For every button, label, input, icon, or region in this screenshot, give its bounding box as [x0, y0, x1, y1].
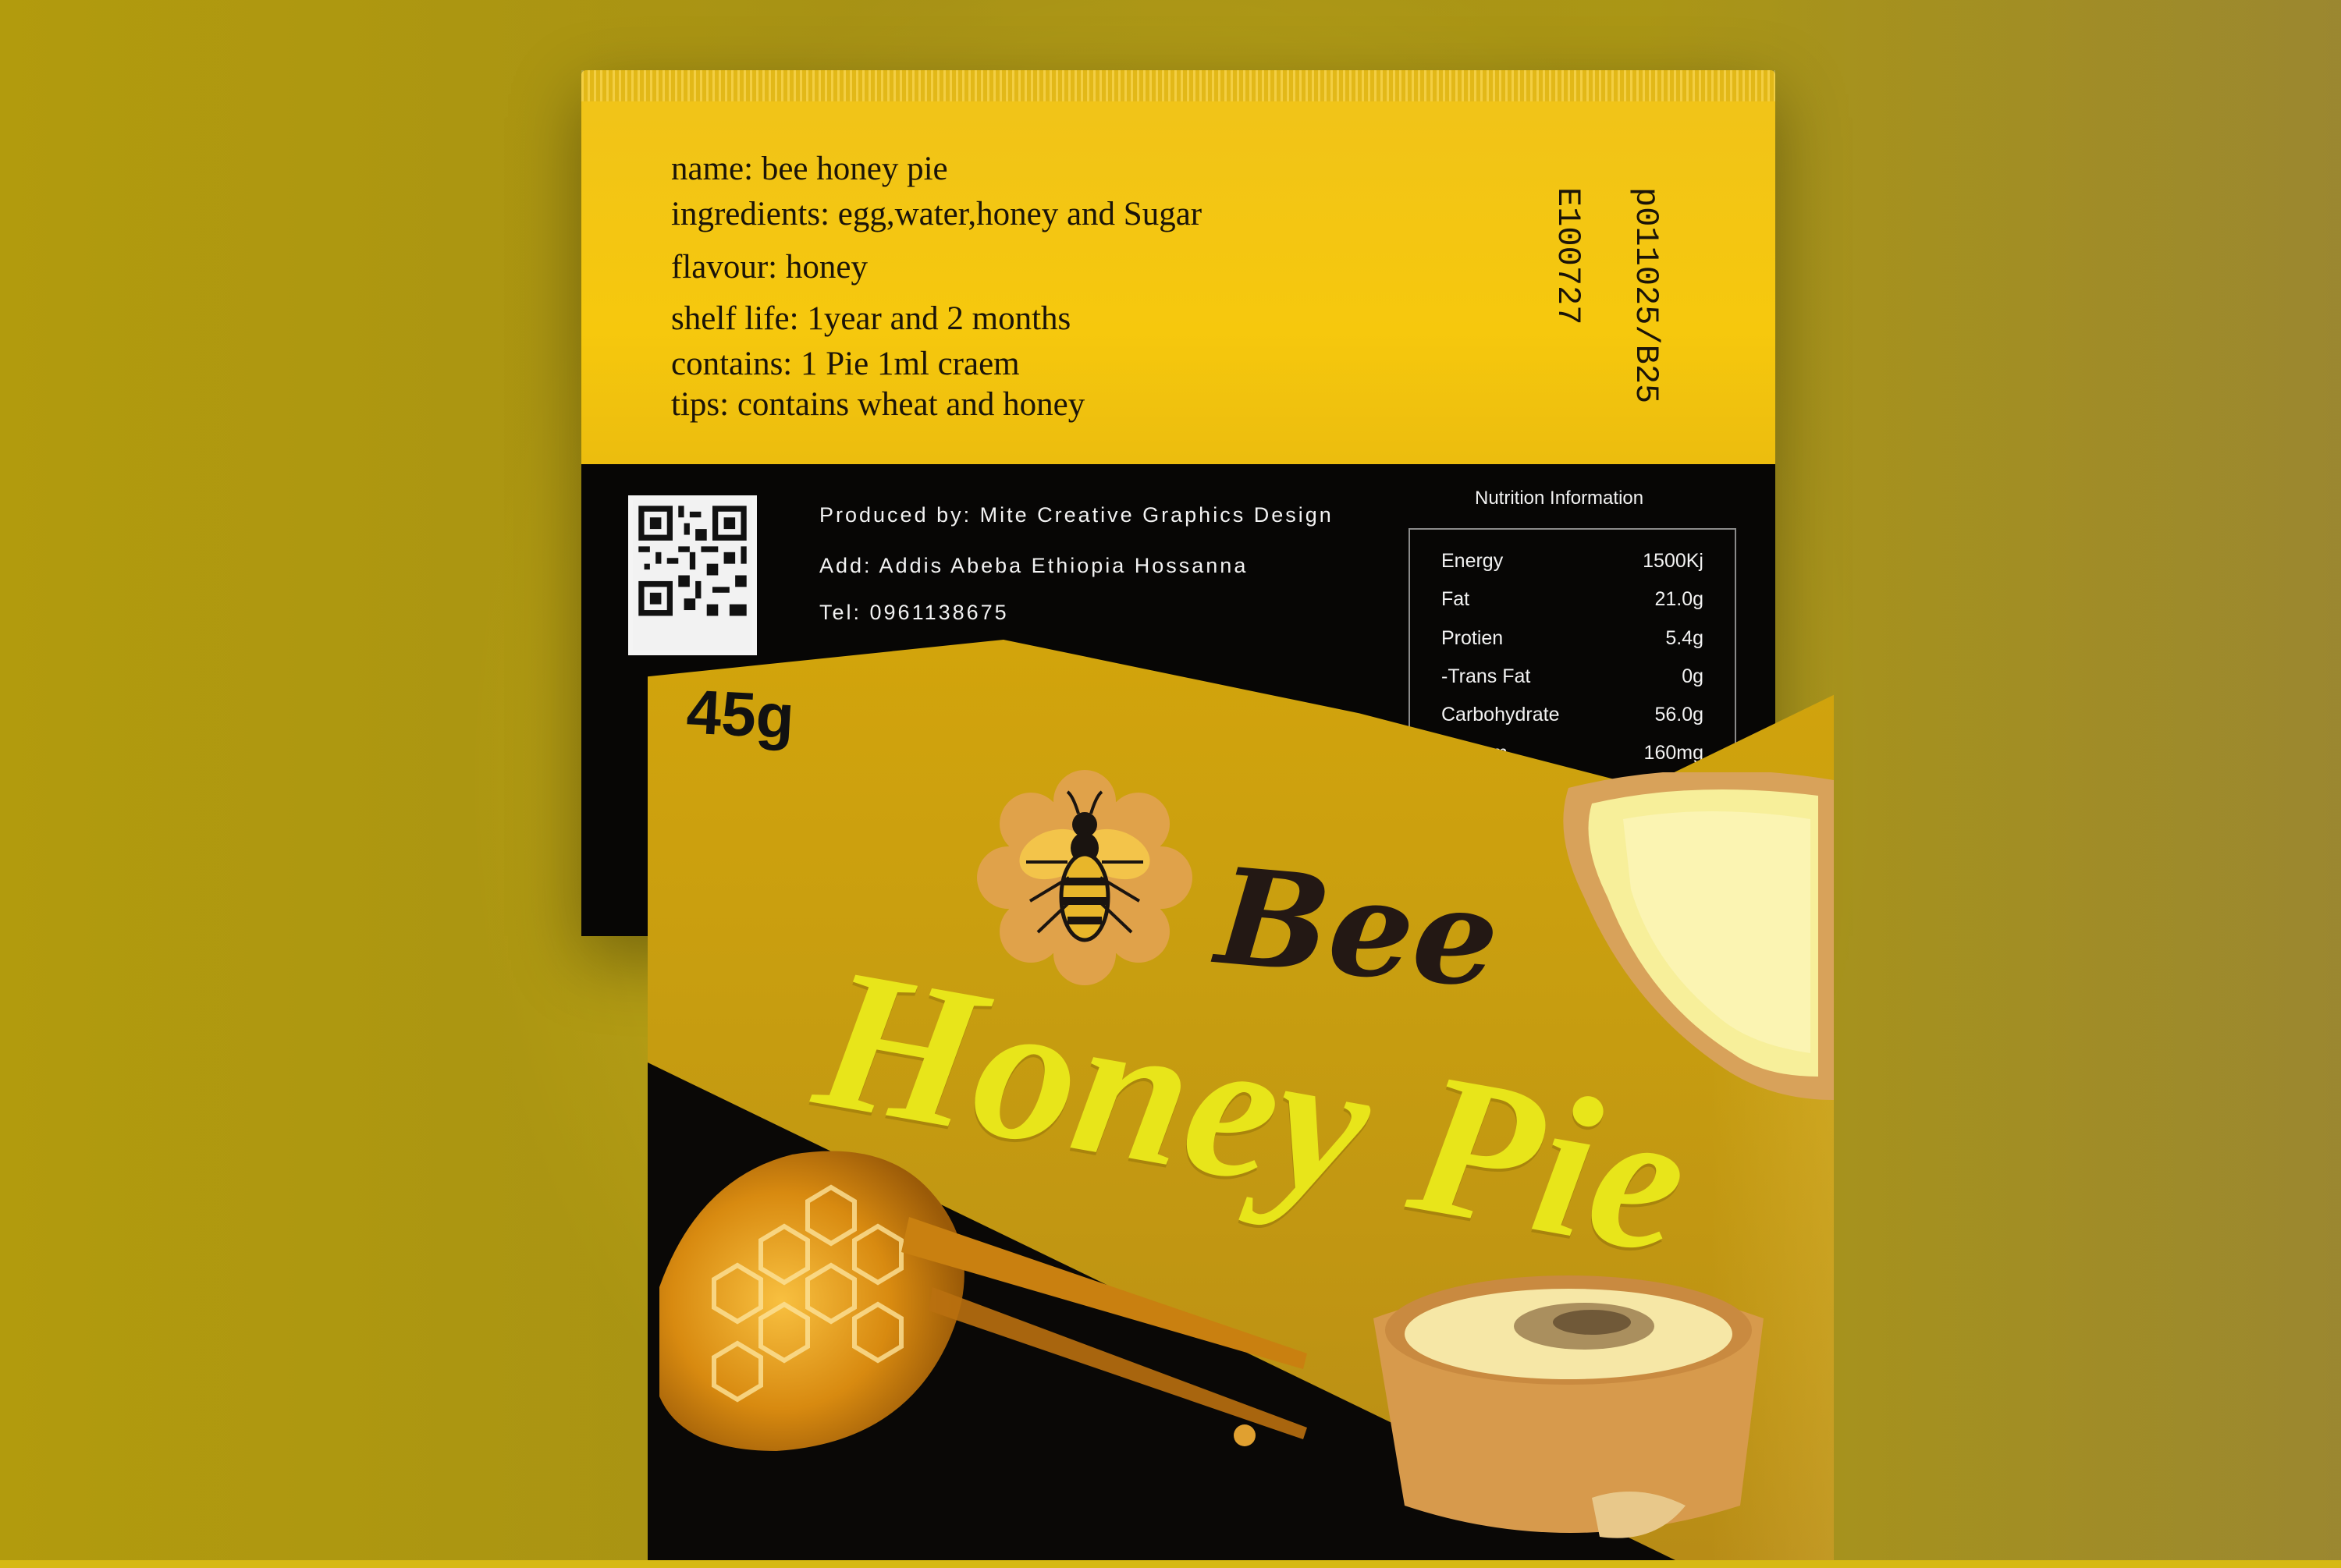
producer-address: Add: Addis Abeba Ethiopia Hossanna	[819, 554, 1249, 577]
nutrition-key: Protien	[1441, 627, 1504, 649]
info-ingredients: ingredients: egg,water,honey and Sugar	[671, 196, 1202, 232]
batch-code-1: p011025/B25	[1627, 187, 1664, 404]
nutrition-value: 0g	[1682, 665, 1703, 687]
info-name: name: bee honey pie	[671, 151, 948, 187]
info-shelf-life: shelf life: 1year and 2 months	[671, 300, 1071, 337]
tart-icon	[1537, 770, 1834, 1100]
honeycomb-icon	[652, 1084, 1323, 1459]
nutrition-key: Energy	[1441, 550, 1504, 572]
nutrition-title: Nutrition Information	[1475, 488, 1644, 509]
producer-tel: Tel: 0961138675	[819, 601, 1009, 624]
tart-icon	[1358, 1248, 1779, 1560]
nutrition-value: 21.0g	[1654, 588, 1703, 610]
nutrition-value: 160mg	[1643, 742, 1703, 764]
nutrition-value: 5.4g	[1665, 627, 1703, 649]
nutrition-key: -Trans Fat	[1441, 665, 1531, 687]
batch-code-2: E100727	[1549, 187, 1586, 325]
net-weight: 45g	[684, 676, 797, 752]
nutrition-key: Carbohydrate	[1441, 704, 1560, 725]
qr-code-icon	[628, 495, 757, 655]
nutrition-value: 56.0g	[1654, 704, 1703, 725]
info-tips: tips: contains wheat and honey	[671, 386, 1085, 423]
nutrition-key: Fat	[1441, 588, 1470, 610]
producer-name: Produced by: Mite Creative Graphics Desi…	[819, 503, 1334, 527]
nutrition-value: 1500Kj	[1643, 550, 1703, 572]
info-flavour: flavour: honey	[671, 249, 868, 286]
brand-name-bee: Bee	[1210, 838, 1505, 1019]
info-contains: contains: 1 Pie 1ml craem	[671, 346, 1020, 382]
